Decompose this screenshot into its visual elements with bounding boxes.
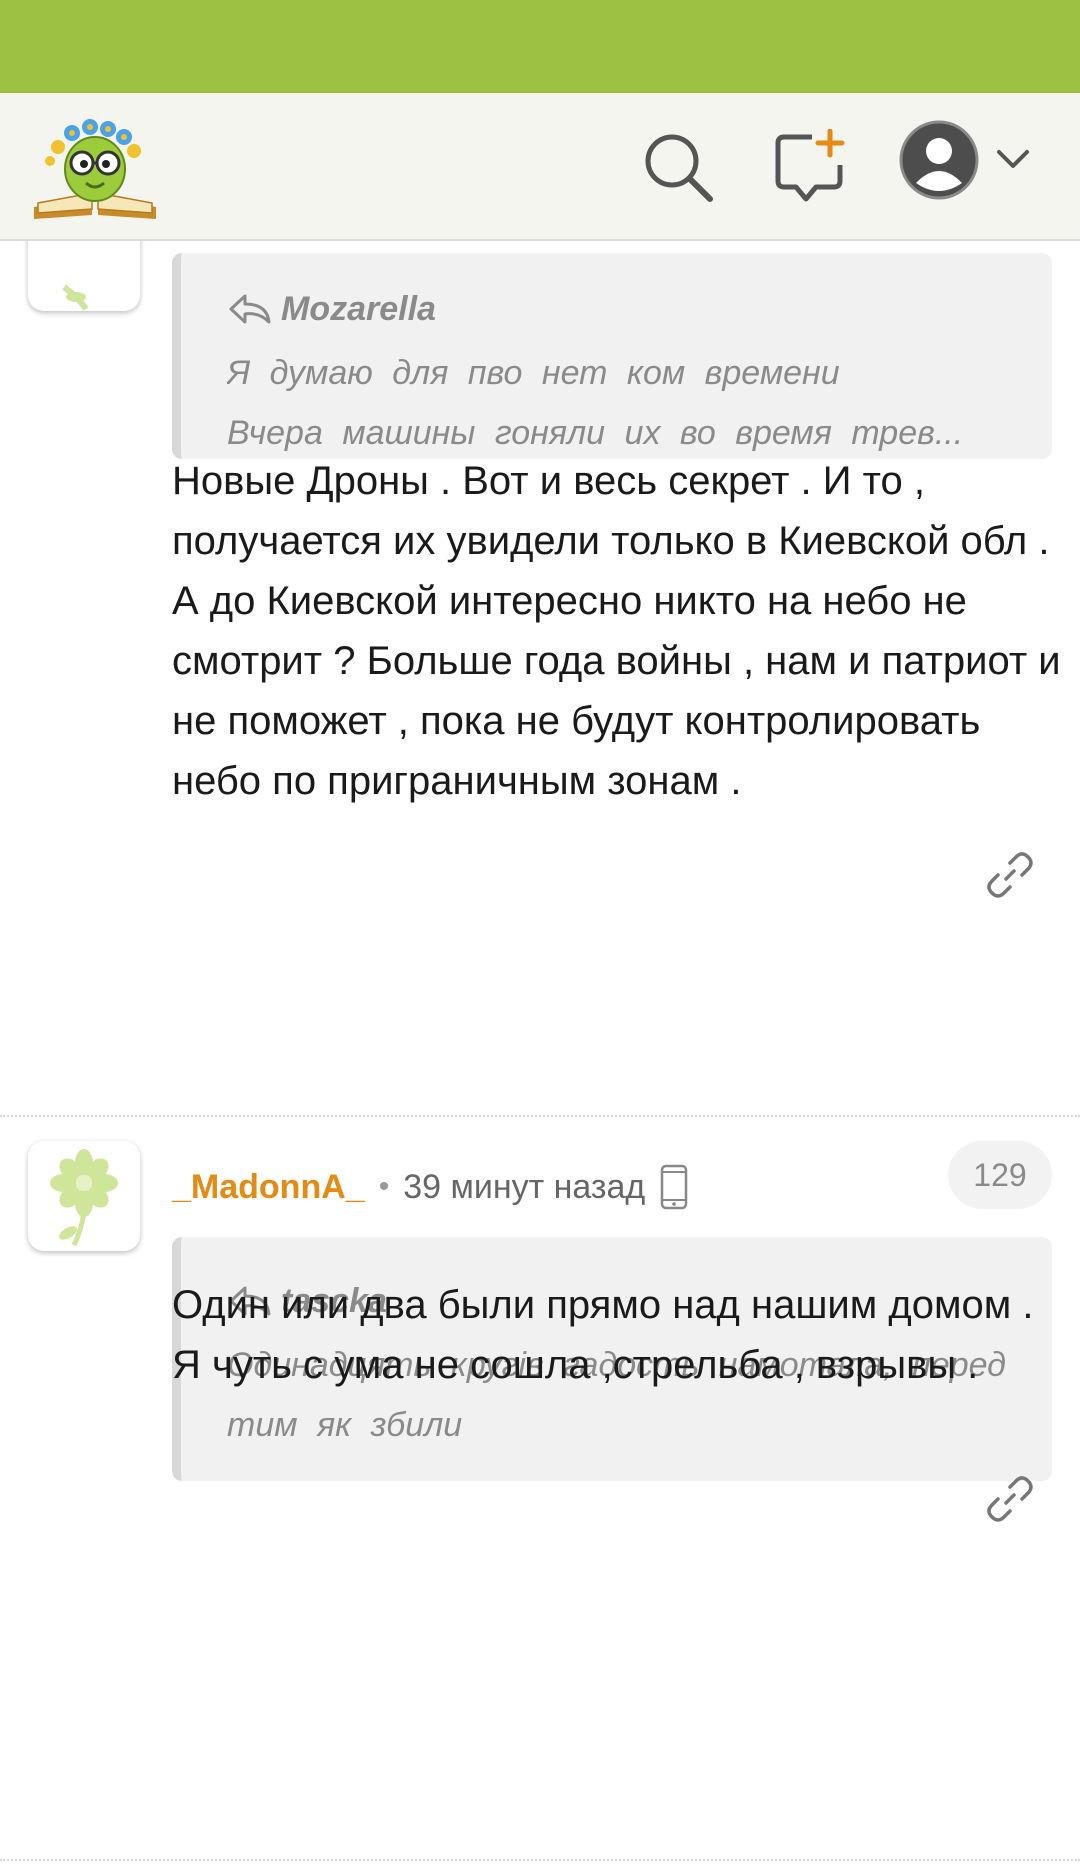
quote-line: Я думаю для пво нет ком времени	[227, 354, 840, 392]
avatar[interactable]	[28, 241, 140, 311]
user-avatar-icon	[899, 120, 979, 200]
like-counter[interactable]: 129	[948, 1141, 1052, 1209]
link-icon[interactable]	[984, 1473, 1036, 1525]
link-icon[interactable]	[984, 849, 1036, 901]
reply-arrow-icon	[229, 294, 271, 324]
comment-divider	[0, 1115, 1080, 1117]
meta-separator: •	[378, 1170, 390, 1203]
quoted-comment: Mozarella Я думаю для пво нет ком времен…	[172, 253, 1052, 459]
search-icon[interactable]	[640, 129, 716, 205]
comment-text: Один или два были прямо над нашим домом …	[172, 1283, 1034, 1387]
status-bar	[0, 0, 1080, 93]
quote-author-name: Mozarella	[281, 289, 436, 328]
quote-text: Я думаю для пво нет ком времени Вчера ма…	[227, 343, 1010, 463]
comment-meta: _MadonnA_ • 39 минут назад	[172, 1159, 689, 1215]
comment-divider	[0, 1859, 1080, 1861]
username[interactable]: _MadonnA_	[172, 1168, 365, 1207]
mobile-phone-icon	[661, 1164, 688, 1210]
bookworm-logo-icon[interactable]	[30, 111, 160, 223]
timestamp: 39 минут назад	[403, 1167, 646, 1206]
chevron-down-icon	[997, 150, 1029, 168]
comment-text: Новые Дроны . Вот и весь секрет . И то ,…	[172, 459, 1061, 803]
add-comment-icon[interactable]	[772, 128, 848, 205]
profile-menu-button[interactable]	[898, 119, 1038, 215]
app-header	[0, 93, 1080, 241]
quote-author[interactable]: Mozarella	[227, 289, 1010, 329]
avatar[interactable]	[28, 1141, 140, 1251]
quote-line: тим як збили	[227, 1406, 463, 1444]
comments-feed: Mozarella Я думаю для пво нет ком времен…	[0, 241, 1080, 1864]
